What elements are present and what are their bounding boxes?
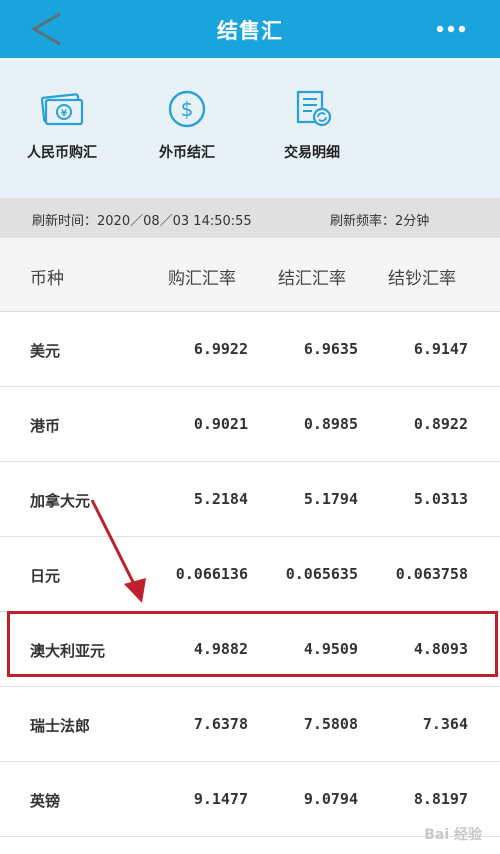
currency-name: 瑞士法郎 bbox=[30, 717, 91, 735]
currency-name: 英镑 bbox=[30, 792, 61, 810]
currency-name: 美元 bbox=[30, 342, 61, 360]
app-header: 结售汇 bbox=[0, 0, 500, 58]
rate-table-header: 币种 购汇汇率 结汇汇率 结钞汇率 bbox=[0, 238, 500, 312]
settle-rate: 9.0794 bbox=[303, 790, 358, 808]
table-row[interactable]: 港币 0.9021 0.8985 0.8922 bbox=[0, 387, 500, 462]
highlight-box bbox=[7, 611, 498, 677]
buy-rate: 0.066136 bbox=[175, 565, 248, 583]
quick-action-label: 交易明细 bbox=[284, 145, 340, 161]
cash-rate: 8.8197 bbox=[413, 790, 468, 808]
table-row[interactable]: 美元 6.9922 6.9635 6.9147 bbox=[0, 312, 500, 387]
refresh-rate: 刷新频率：2分钟 bbox=[330, 214, 430, 229]
document-refresh-icon bbox=[296, 90, 332, 127]
column-header-buy-rate: 购汇汇率 bbox=[168, 269, 236, 289]
buy-rate: 9.1477 bbox=[193, 790, 248, 808]
transaction-detail-button[interactable]: 交易明细 bbox=[262, 90, 362, 162]
quick-actions-bar: ¥ 人民币购汇 $ 外币结汇 交易明细 bbox=[0, 58, 500, 198]
table-row[interactable]: 瑞士法郎 7.6378 7.5808 7.364 bbox=[0, 687, 500, 762]
svg-text:$: $ bbox=[181, 97, 194, 121]
currency-name: 日元 bbox=[30, 567, 61, 585]
cash-rate: 5.0313 bbox=[413, 490, 468, 508]
more-options-icon[interactable] bbox=[436, 25, 466, 33]
buy-rate: 5.2184 bbox=[193, 490, 248, 508]
column-header-cash-rate: 结钞汇率 bbox=[388, 269, 456, 289]
table-row[interactable]: 日元 0.066136 0.065635 0.063758 bbox=[0, 537, 500, 612]
dollar-coin-icon: $ bbox=[168, 90, 206, 128]
svg-text:¥: ¥ bbox=[61, 109, 68, 119]
refresh-info-bar: 刷新时间：2020／08／03 14:50:55 刷新频率：2分钟 bbox=[0, 198, 500, 238]
column-header-currency: 币种 bbox=[30, 269, 64, 289]
settle-rate: 0.065635 bbox=[285, 565, 358, 583]
quick-action-label: 人民币购汇 bbox=[27, 145, 97, 161]
buy-rate: 7.6378 bbox=[193, 715, 248, 733]
settle-rate: 0.8985 bbox=[303, 415, 358, 433]
refresh-time: 刷新时间：2020／08／03 14:50:55 bbox=[32, 214, 252, 229]
cash-rate: 0.063758 bbox=[395, 565, 468, 583]
cash-rate: 7.364 bbox=[422, 715, 468, 733]
settle-rate: 5.1794 bbox=[303, 490, 358, 508]
watermark: Bai 经验 bbox=[424, 827, 482, 843]
cash-rate: 6.9147 bbox=[413, 340, 468, 358]
settle-rate: 7.5808 bbox=[303, 715, 358, 733]
table-row[interactable]: 加拿大元 5.2184 5.1794 5.0313 bbox=[0, 462, 500, 537]
settle-rate: 6.9635 bbox=[303, 340, 358, 358]
banknote-icon: ¥ bbox=[40, 93, 84, 126]
buy-rate: 6.9922 bbox=[193, 340, 248, 358]
rmb-purchase-button[interactable]: ¥ 人民币购汇 bbox=[12, 90, 112, 162]
foreign-settle-button[interactable]: $ 外币结汇 bbox=[137, 90, 237, 162]
quick-action-label: 外币结汇 bbox=[159, 145, 215, 161]
currency-name: 港币 bbox=[30, 417, 61, 435]
buy-rate: 0.9021 bbox=[193, 415, 248, 433]
page-title: 结售汇 bbox=[217, 19, 283, 43]
currency-name: 加拿大元 bbox=[30, 492, 91, 510]
cash-rate: 0.8922 bbox=[413, 415, 468, 433]
column-header-settle-rate: 结汇汇率 bbox=[278, 269, 346, 289]
